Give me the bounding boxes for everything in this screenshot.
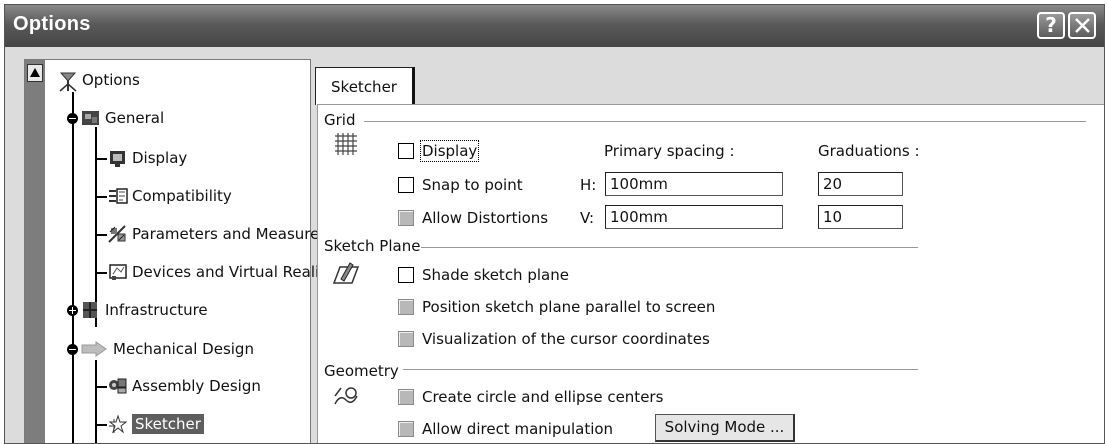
cursor-coordinates-label: Visualization of the cursor coordinates xyxy=(422,330,710,348)
geometry-icon xyxy=(334,387,358,405)
h-label: H: xyxy=(580,176,597,194)
tree-item-label: Mechanical Design xyxy=(113,340,254,358)
tree-expander-infrastructure[interactable] xyxy=(67,305,78,316)
circle-centers-label: Create circle and ellipse centers xyxy=(422,388,664,406)
close-icon xyxy=(1075,18,1090,33)
tree-root[interactable]: Options xyxy=(57,70,140,92)
tree-item-label: Infrastructure xyxy=(105,301,208,319)
tree-root-label: Options xyxy=(82,71,140,89)
direct-manipulation-checkbox[interactable] xyxy=(398,421,414,437)
h-graduations-input[interactable]: 20 xyxy=(818,172,903,196)
tree-connector xyxy=(95,424,107,426)
v-spacing-input[interactable]: 100mm xyxy=(605,205,783,229)
sketch-plane-icon xyxy=(332,262,360,284)
tree-connector xyxy=(95,272,107,274)
options-dialog: Options ? Options General Display Compat… xyxy=(4,4,1105,444)
distortions-checkbox-row[interactable]: Allow Distortions xyxy=(398,209,548,227)
tree-item-assembly-design[interactable]: Assembly Design xyxy=(107,376,261,396)
sketcher-panel: Grid Display Primary spacing : Graduatio… xyxy=(317,104,1104,443)
general-icon xyxy=(80,108,102,128)
help-button[interactable]: ? xyxy=(1037,12,1065,39)
parameters-icon xyxy=(107,224,129,244)
tree-item-label: Sketcher xyxy=(132,414,204,434)
mechanical-design-icon xyxy=(80,339,110,359)
dialog-title: Options xyxy=(13,13,91,35)
options-tree[interactable]: Options General Display Compatibility Pa… xyxy=(24,59,325,443)
v-label: V: xyxy=(580,209,595,227)
cursor-coordinates-checkbox[interactable] xyxy=(398,331,414,347)
shade-sketch-plane-checkbox[interactable] xyxy=(398,267,414,283)
tree-item-label: Display xyxy=(132,149,188,167)
tree-item-compatibility[interactable]: Compatibility xyxy=(107,186,232,206)
tree-item-label: Assembly Design xyxy=(132,377,261,395)
grid-icon xyxy=(335,133,357,155)
section-divider xyxy=(364,121,1086,122)
allow-distortions-checkbox[interactable] xyxy=(398,210,414,226)
tree-item-label: Devices and Virtual Realit xyxy=(132,263,326,281)
direct-manipulation-label: Allow direct manipulation xyxy=(422,420,614,438)
tree-connector xyxy=(95,360,97,443)
tree-connector xyxy=(95,196,107,198)
snap-to-point-label: Snap to point xyxy=(422,176,523,194)
display-checkbox-row[interactable]: Display xyxy=(398,140,480,162)
manipulation-checkbox-row[interactable]: Allow direct manipulation xyxy=(398,420,613,438)
tree-item-mechanical-design[interactable]: Mechanical Design xyxy=(80,339,254,359)
tree-connector xyxy=(95,158,107,160)
visualization-checkbox-row[interactable]: Visualization of the cursor coordinates xyxy=(398,330,710,348)
geometry-section-title: Geometry xyxy=(324,362,399,380)
tree-item-sketcher[interactable]: Sketcher xyxy=(107,414,204,434)
assembly-icon xyxy=(107,376,129,396)
v-graduations-input[interactable]: 10 xyxy=(818,205,903,229)
options-tree-icon xyxy=(57,70,79,92)
tree-scrollbar[interactable] xyxy=(25,60,45,443)
tree-item-devices[interactable]: Devices and Virtual Realit xyxy=(107,262,325,282)
shade-sketch-plane-label: Shade sketch plane xyxy=(422,266,569,284)
circle-centers-checkbox[interactable] xyxy=(398,389,414,405)
allow-distortions-label: Allow Distortions xyxy=(422,209,549,227)
display-icon xyxy=(107,148,129,168)
centers-checkbox-row[interactable]: Create circle and ellipse centers xyxy=(398,388,663,406)
tree-item-label: General xyxy=(105,109,165,127)
snap-to-point-checkbox[interactable] xyxy=(398,177,414,193)
display-checkbox[interactable] xyxy=(398,143,414,159)
tree-connector xyxy=(95,386,107,388)
tree-connector xyxy=(72,92,74,443)
grid-section-title: Grid xyxy=(324,111,356,129)
tree-connector xyxy=(95,127,97,327)
snap-checkbox-row[interactable]: Snap to point xyxy=(398,176,523,194)
tree-item-label: Compatibility xyxy=(132,187,232,205)
sketcher-icon xyxy=(107,414,129,434)
tree-item-parameters[interactable]: Parameters and Measure xyxy=(107,224,319,244)
position-checkbox-row[interactable]: Position sketch plane parallel to screen xyxy=(398,298,715,316)
infrastructure-icon xyxy=(80,300,102,320)
tree-expander-general[interactable] xyxy=(67,113,78,124)
solving-mode-button[interactable]: Solving Mode ... xyxy=(655,414,795,442)
tree-item-infrastructure[interactable]: Infrastructure xyxy=(80,300,208,320)
devices-icon xyxy=(107,262,129,282)
tree-item-label: Parameters and Measure xyxy=(132,225,320,243)
sketch-plane-section-title: Sketch Plane xyxy=(324,237,421,255)
graduations-label: Graduations : xyxy=(818,142,920,160)
section-divider xyxy=(421,247,918,248)
primary-spacing-label: Primary spacing : xyxy=(604,142,735,160)
tree-expander-mechanical-design[interactable] xyxy=(67,344,78,355)
section-divider xyxy=(403,369,918,370)
tab-sketcher[interactable]: Sketcher xyxy=(315,67,415,105)
h-spacing-input[interactable]: 100mm xyxy=(605,172,783,196)
position-parallel-label: Position sketch plane parallel to screen xyxy=(422,298,716,316)
tree-item-general[interactable]: General xyxy=(80,108,164,128)
shade-checkbox-row[interactable]: Shade sketch plane xyxy=(398,266,569,284)
help-icon: ? xyxy=(1045,13,1057,37)
tree-connector xyxy=(95,234,107,236)
title-bar[interactable]: Options ? xyxy=(5,5,1104,47)
close-button[interactable] xyxy=(1068,12,1096,39)
position-parallel-checkbox[interactable] xyxy=(398,299,414,315)
compatibility-icon xyxy=(107,186,129,206)
scroll-up-arrow-icon[interactable] xyxy=(27,64,43,82)
tree-item-display[interactable]: Display xyxy=(107,148,187,168)
display-label: Display xyxy=(419,140,480,162)
